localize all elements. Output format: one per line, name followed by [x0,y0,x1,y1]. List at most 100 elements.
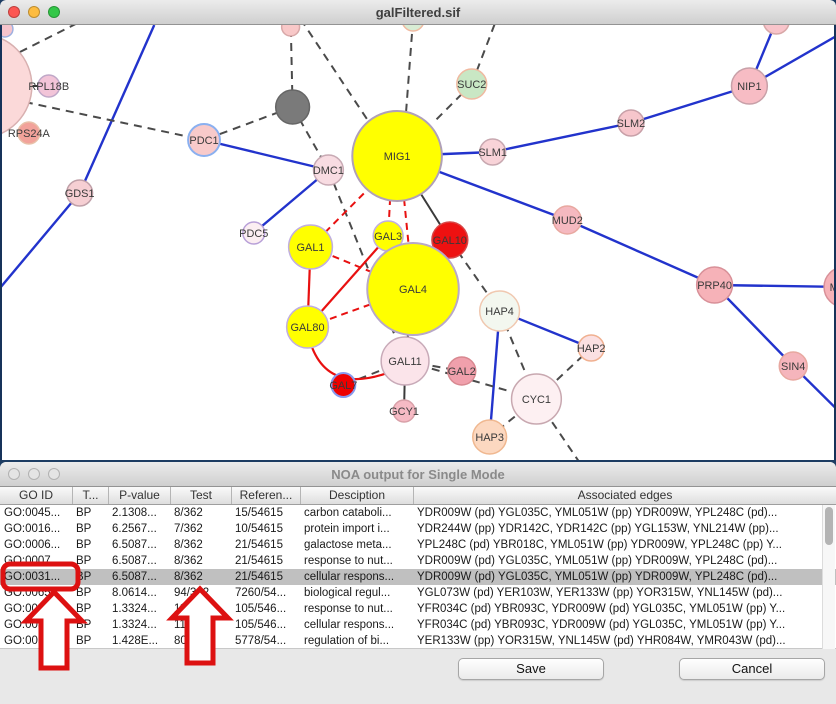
table-cell: 8/362 [170,505,231,521]
table-row[interactable]: GO:0007...BP6.5087...8/36221/54615respon… [0,553,836,569]
table-row[interactable]: GO:0065...BP8.0614...94/3627260/54...bio… [0,585,836,601]
node-corner-cut[interactable] [0,25,13,37]
node-label: GAL3 [374,231,402,243]
node-SLM1[interactable]: SLM1 [478,139,507,165]
node-top-cut-pink[interactable] [282,25,300,36]
node-label: GCY1 [389,406,419,418]
node-circle[interactable] [402,25,424,31]
table-cell: BP [72,553,108,569]
network-edge[interactable] [567,220,714,285]
network-edge[interactable] [20,25,80,52]
node-circle[interactable] [282,25,300,36]
node-circle[interactable] [276,90,310,124]
node-label: SUC2 [457,79,486,91]
table-cell: cellular respons... [300,617,413,633]
node-GAL80[interactable]: GAL80 [287,306,329,348]
network-edge[interactable] [493,123,631,152]
node-label: DMC1 [313,165,344,177]
table-cell: 7260/54... [231,585,300,601]
table-cell: BP [72,569,108,585]
node-circle[interactable] [0,25,13,37]
network-edge[interactable] [204,140,328,170]
node-SIN4[interactable]: SIN4 [779,352,807,380]
table-cell: 6.5087... [108,553,170,569]
node-HAP3[interactable]: HAP3 [473,420,507,454]
node-NIP1[interactable]: NIP1 [731,68,767,104]
column-header[interactable]: Test [170,487,231,504]
table-row[interactable]: GO:0031...BP1.3324...11/362105/546...res… [0,601,836,617]
table-cell: YDR009W (pd) YGL035C, YML051W (pp) YDR00… [413,505,836,521]
column-header[interactable]: T... [72,487,108,504]
table-cell: 7/362 [170,521,231,537]
node-top-cut-green[interactable] [402,25,424,31]
table-cell: 8/362 [170,553,231,569]
table-row[interactable]: GO:0045...BP2.1308...8/36215/54615carbon… [0,505,836,521]
table-cell: 11/362 [170,601,231,617]
node-label: HAP2 [577,343,606,355]
node-GAL1[interactable]: GAL1 [289,225,333,269]
node-MSL1[interactable]: MSL1 [824,267,836,307]
node-label: GAL80 [290,322,324,334]
node-MIG1[interactable]: MIG1 [352,111,442,201]
table-cell: BP [72,521,108,537]
table-row[interactable]: GO:0050...BP1.428E...80/3625778/54...reg… [0,633,836,649]
node-label: MUD2 [552,215,583,227]
table-row[interactable]: GO:0031...BP1.3324...11/362105/546...cel… [0,617,836,633]
column-header[interactable]: Associated edges [413,487,836,504]
node-label: GAL10 [433,235,467,247]
network-edge[interactable] [80,25,155,193]
node-top-right-cut[interactable] [763,25,789,34]
node-PDC1[interactable]: PDC1 [188,124,220,156]
table-cell: 5778/54... [231,633,300,649]
table-cell: 8/362 [170,569,231,585]
table-cell: BP [72,601,108,617]
node-GAL4[interactable]: GAL4 [367,243,459,335]
column-header[interactable]: GO ID [0,487,72,504]
network-edge[interactable] [406,25,413,112]
network-edge[interactable] [301,25,373,127]
node-SLM2[interactable]: SLM2 [617,110,646,136]
table-row[interactable]: GO:0006...BP6.5087...8/36221/54615galact… [0,537,836,553]
table-row-selected[interactable]: GO:0031...BP6.5087...8/36221/54615cellul… [0,569,836,585]
vertical-scrollbar[interactable] [822,505,835,649]
node-GAL7[interactable]: GAL7 [329,373,357,397]
table-cell: 105/546... [231,617,300,633]
table-row[interactable]: GO:0016...BP6.2567...7/36210/54615protei… [0,521,836,537]
network-edge[interactable] [0,193,80,288]
node-gray-node[interactable] [276,90,310,124]
node-label: GAL11 [388,356,421,368]
node-SUC2[interactable]: SUC2 [457,69,487,99]
table-cell: BP [72,585,108,601]
node-GCY1[interactable]: GCY1 [389,400,419,422]
table-cell: 8/362 [170,537,231,553]
column-header[interactable]: Referen... [231,487,300,504]
node-MUD2[interactable]: MUD2 [552,206,583,234]
save-button[interactable]: Save [458,658,604,680]
column-header[interactable]: Desciption [300,487,413,504]
node-label: GAL2 [448,366,476,378]
node-RPL18B[interactable]: RPL18B [28,75,69,97]
noa-titlebar: NOA output for Single Mode [0,462,836,487]
table-cell: YFR034C (pd) YBR093C, YDR009W (pd) YGL03… [413,617,836,633]
column-header[interactable]: P-value [108,487,170,504]
table-cell: GO:0007... [0,553,72,569]
cancel-button[interactable]: Cancel [679,658,825,680]
network-edge[interactable] [25,102,204,140]
table-cell: 6.5087... [108,569,170,585]
network-canvas[interactable]: RPL18BRPS24AGDS1PDC1DMC1MIG1SUC2SLM1SLM2… [0,25,836,460]
table-header: GO IDT...P-valueTestReferen...Desciption… [0,487,836,505]
node-circle[interactable] [763,25,789,34]
table-cell: YGL073W (pd) YER103W, YER133W (pp) YOR31… [413,585,836,601]
scrollbar-thumb[interactable] [825,507,833,545]
node-CYC1[interactable]: CYC1 [512,374,562,424]
node-PRP40[interactable]: PRP40 [697,267,733,303]
table-cell: GO:0016... [0,521,72,537]
node-HAP4[interactable]: HAP4 [480,291,520,331]
node-GDS1[interactable]: GDS1 [65,180,95,206]
node-HAP2[interactable]: HAP2 [577,335,606,361]
node-GAL2[interactable]: GAL2 [448,357,476,385]
node-GAL11[interactable]: GAL11 [381,337,429,385]
table-cell: 6.5087... [108,537,170,553]
node-DMC1[interactable]: DMC1 [313,155,344,185]
table-cell: YPL248C (pd) YBR018C, YML051W (pp) YDR00… [413,537,836,553]
